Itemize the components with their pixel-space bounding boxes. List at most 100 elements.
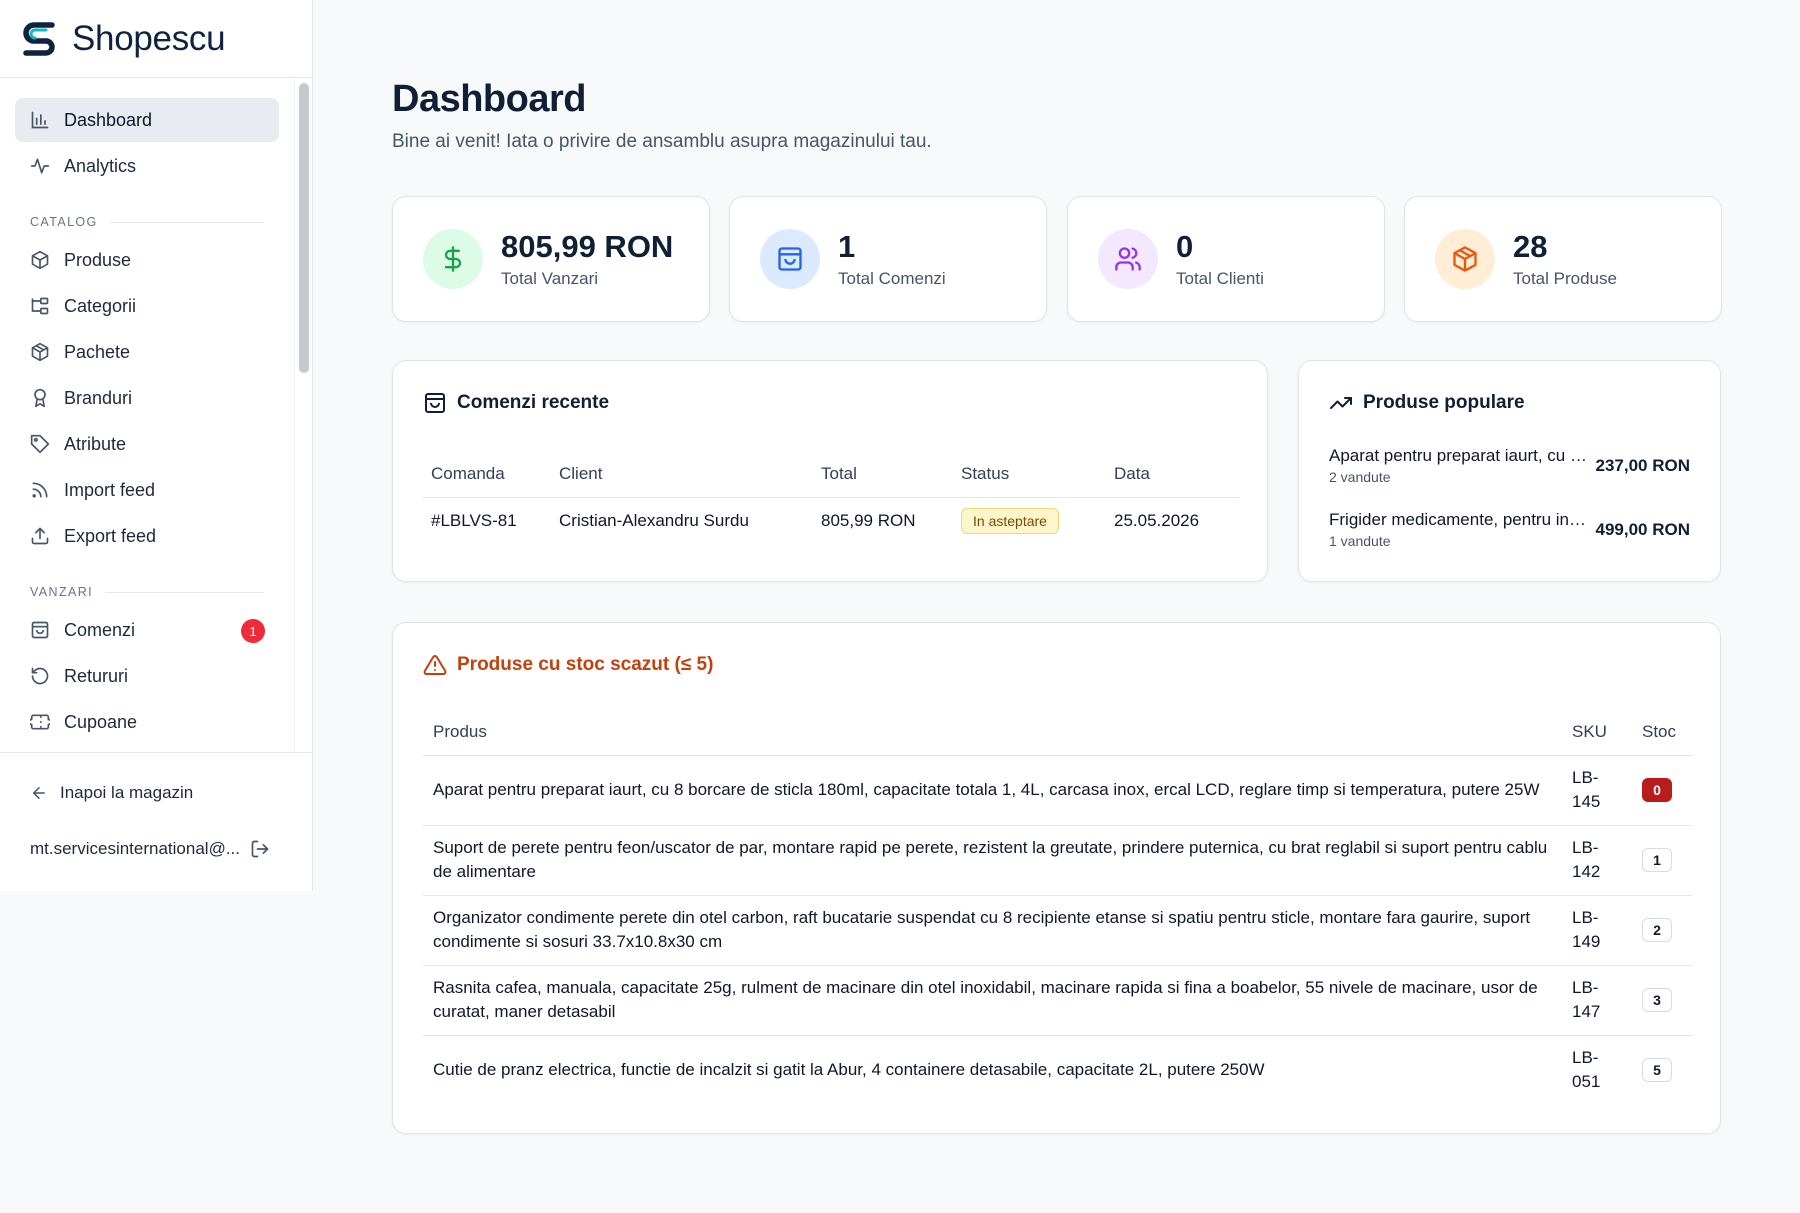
stat-label: Total Clienti xyxy=(1176,269,1264,288)
rotate-ccw-icon xyxy=(30,666,50,686)
stat-card-total-vanzari: 805,99 RON Total Vanzari xyxy=(392,196,710,322)
recent-orders-title: Comenzi recente xyxy=(423,391,609,415)
sidebar-item-label: Import feed xyxy=(64,479,156,500)
sidebar-item-import-feed[interactable]: Import feed xyxy=(15,468,279,512)
sidebar-item-comenzi[interactable]: Comenzi 1 xyxy=(15,608,279,652)
popular-product-name: Aparat pentru preparat iaurt, cu 8 borca… xyxy=(1329,446,1589,465)
product-name: Rasnita cafea, manuala, capacitate 25g, … xyxy=(423,965,1562,1036)
sidebar-item-export-feed[interactable]: Export feed xyxy=(15,514,279,558)
stock-badge: 3 xyxy=(1642,988,1672,1012)
column-header: Total xyxy=(813,451,953,498)
package-icon xyxy=(1435,229,1495,289)
stat-value: 0 xyxy=(1176,229,1194,264)
popular-products-card: Produse populare Aparat pentru preparat … xyxy=(1298,360,1721,582)
stock-cell: 0 xyxy=(1632,755,1692,826)
stat-label: Total Comenzi xyxy=(838,269,946,288)
table-row[interactable]: Cutie de pranz electrica, functie de inc… xyxy=(423,1035,1692,1105)
brand[interactable]: Shopescu xyxy=(0,0,312,78)
rss-icon xyxy=(30,480,50,500)
sidebar-item-label: Branduri xyxy=(64,387,133,408)
product-name: Organizator condimente perete din otel c… xyxy=(423,895,1562,966)
recent-orders-title-text: Comenzi recente xyxy=(457,392,610,413)
shopping-bag-icon xyxy=(423,391,447,415)
stat-value: 28 xyxy=(1513,229,1548,264)
sidebar-item-cupoane[interactable]: Cupoane xyxy=(15,700,279,744)
column-header: Produs xyxy=(423,709,1562,756)
boxes-icon xyxy=(30,342,50,362)
stat-value: 1 xyxy=(838,229,856,264)
sidebar-item-label: Export feed xyxy=(64,525,157,546)
folder-tree-icon xyxy=(30,296,50,316)
back-to-store-link[interactable]: Inapoi la magazin xyxy=(30,783,193,803)
sidebar-item-label: Comenzi xyxy=(64,619,136,640)
popular-product-name: Frigider medicamente, pentru insulina xyxy=(1329,510,1589,529)
comenzi-count-badge: 1 xyxy=(241,619,265,643)
activity-icon xyxy=(30,156,50,176)
popular-products-title-text: Produse populare xyxy=(1363,392,1525,413)
package-icon xyxy=(30,250,50,270)
stat-card-total-comenzi: 1 Total Comenzi xyxy=(729,196,1047,322)
dollar-icon xyxy=(423,229,483,289)
sidebar-item-label: Atribute xyxy=(64,433,127,454)
shopping-bag-icon xyxy=(760,229,820,289)
product-sku: LB-145 xyxy=(1562,755,1632,826)
stock-badge: 5 xyxy=(1642,1058,1672,1083)
popular-products-title: Produse populare xyxy=(1329,391,1525,415)
sidebar-item-label: Analytics xyxy=(64,155,137,176)
list-item[interactable]: Frigider medicamente, pentru insulina 1 … xyxy=(1329,510,1690,549)
stock-cell: 5 xyxy=(1632,1035,1692,1105)
page-title: Dashboard xyxy=(392,78,586,120)
sidebar-item-dashboard[interactable]: Dashboard xyxy=(15,98,279,142)
stock-cell: 3 xyxy=(1632,965,1692,1036)
arrow-left-icon xyxy=(30,784,48,802)
stat-card-total-produse: 28 Total Produse xyxy=(1404,196,1722,322)
sidebar-item-branduri[interactable]: Branduri xyxy=(15,376,279,420)
sidebar-item-pachete[interactable]: Pachete xyxy=(15,330,279,374)
order-total: 805,99 RON xyxy=(821,511,916,531)
table-row[interactable]: Aparat pentru preparat iaurt, cu 8 borca… xyxy=(423,755,1692,826)
stock-cell: 1 xyxy=(1632,825,1692,896)
sidebar-item-atribute[interactable]: Atribute xyxy=(15,422,279,466)
product-sku: LB-149 xyxy=(1562,895,1632,966)
product-sku: LB-051 xyxy=(1572,1048,1601,1092)
shopping-bag-icon xyxy=(30,620,50,640)
recent-orders-table: Comanda Client Total Status Data #LBLVS-… xyxy=(423,451,1239,545)
section-label-catalog: CATALOG xyxy=(30,212,264,232)
popular-product-sold: 1 vandute xyxy=(1329,533,1391,549)
stat-card-total-clienti: 0 Total Clienti xyxy=(1067,196,1385,322)
low-stock-table: Produs SKU Stoc Aparat pentru preparat i… xyxy=(423,709,1692,1105)
upload-icon xyxy=(30,526,50,546)
column-header: Data xyxy=(1106,451,1239,498)
stock-badge: 2 xyxy=(1642,918,1672,942)
users-icon xyxy=(1098,229,1158,289)
order-status-cell: In asteptare xyxy=(953,497,1106,545)
column-header: Comanda xyxy=(423,451,551,498)
logout-icon[interactable] xyxy=(250,839,270,859)
sidebar-scrollbar[interactable] xyxy=(294,79,312,752)
sidebar-item-analytics[interactable]: Analytics xyxy=(15,144,279,188)
low-stock-title: Produse cu stoc scazut (≤ 5) xyxy=(423,653,713,677)
sidebar-item-categorii[interactable]: Categorii xyxy=(15,284,279,328)
shopescu-logo-icon xyxy=(23,21,55,56)
award-icon xyxy=(30,388,50,408)
product-name: Cutie de pranz electrica, functie de inc… xyxy=(433,1060,1265,1080)
table-row[interactable]: Organizator condimente perete din otel c… xyxy=(423,895,1692,966)
column-header: Status xyxy=(953,451,1106,498)
sidebar-item-produse[interactable]: Produse xyxy=(15,238,279,282)
list-item[interactable]: Aparat pentru preparat iaurt, cu 8 borca… xyxy=(1329,446,1690,485)
tag-icon xyxy=(30,434,50,454)
order-number[interactable]: #LBLVS-81 xyxy=(423,497,551,545)
sidebar-scrollbar-thumb[interactable] xyxy=(299,83,309,373)
sidebar-item-label: Cupoane xyxy=(64,711,138,732)
table-row[interactable]: Rasnita cafea, manuala, capacitate 25g, … xyxy=(423,965,1692,1036)
table-row[interactable]: Suport de perete pentru feon/uscator de … xyxy=(423,825,1692,896)
recent-orders-card: Comenzi recente Comanda Client Total Sta… xyxy=(392,360,1268,582)
table-row[interactable]: #LBLVS-81 Cristian-Alexandru Surdu 805,9… xyxy=(423,497,1239,545)
product-sku: LB-147 xyxy=(1562,965,1632,1036)
popular-product-price: 237,00 RON xyxy=(1595,456,1691,475)
sidebar-item-retururi[interactable]: Retururi xyxy=(15,654,279,698)
column-header: SKU xyxy=(1562,709,1632,756)
user-email: mt.servicesinternational@... xyxy=(30,839,241,858)
column-header: Client xyxy=(551,451,813,498)
sidebar-footer: Inapoi la magazin mt.servicesinternation… xyxy=(0,752,312,891)
